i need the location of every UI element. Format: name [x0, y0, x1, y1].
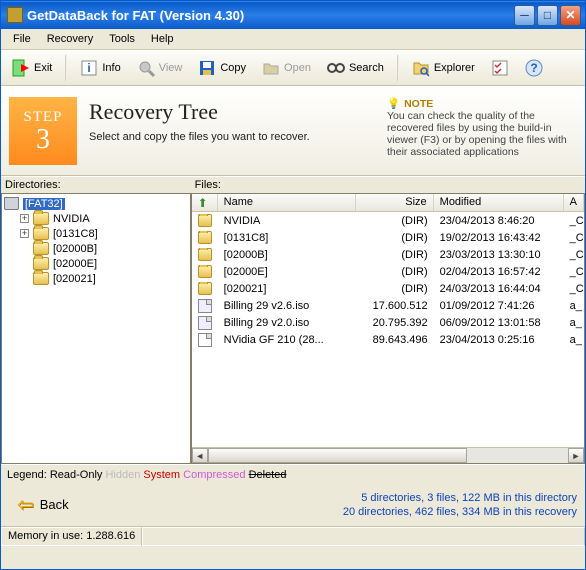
- expand-icon[interactable]: +: [20, 214, 29, 223]
- file-list[interactable]: NVIDIA(DIR)23/04/2013 8:46:20_C[0131C8](…: [192, 212, 584, 447]
- up-arrow-icon: ⬆: [198, 196, 208, 210]
- folder-icon: [198, 282, 212, 295]
- view-icon: [137, 59, 155, 77]
- folder-icon: [33, 212, 49, 225]
- folder-icon: [198, 214, 212, 227]
- folder-icon: [33, 272, 49, 285]
- scroll-thumb[interactable]: [208, 448, 467, 463]
- step-title: Recovery Tree: [89, 99, 375, 125]
- file-row[interactable]: [02000B](DIR)23/03/2013 13:30:10_C: [192, 246, 584, 263]
- files-label: Files:: [191, 177, 585, 193]
- menu-bar: File Recovery Tools Help: [1, 29, 585, 50]
- help-icon: ?: [525, 59, 543, 77]
- note-box: 💡NOTE You can check the quality of the r…: [387, 97, 577, 165]
- summary-text: 5 directories, 3 files, 122 MB in this d…: [343, 491, 577, 519]
- svg-text:i: i: [88, 61, 91, 75]
- minimize-button[interactable]: ─: [514, 5, 535, 26]
- file-row[interactable]: [0131C8](DIR)19/02/2013 16:43:42_C: [192, 229, 584, 246]
- drive-icon: [4, 197, 19, 210]
- step-box: STEP 3: [9, 97, 77, 165]
- folder-icon: [33, 227, 49, 240]
- file-row[interactable]: Billing 29 v2.0.iso20.795.39206/09/2012 …: [192, 314, 584, 331]
- maximize-button[interactable]: □: [537, 5, 558, 26]
- file-row[interactable]: NVIDIA(DIR)23/04/2013 8:46:20_C: [192, 212, 584, 229]
- menu-tools[interactable]: Tools: [101, 31, 143, 47]
- search-icon: [327, 59, 345, 77]
- step-panel: STEP 3 Recovery Tree Select and copy the…: [1, 86, 585, 176]
- search-button[interactable]: Search: [320, 55, 391, 81]
- back-button[interactable]: ⇦ Back: [9, 489, 77, 520]
- col-attr[interactable]: A: [564, 194, 584, 211]
- folder-open-icon: [262, 59, 280, 77]
- memory-status: Memory in use: 1.288.616: [1, 527, 142, 546]
- close-button[interactable]: ✕: [560, 5, 581, 26]
- options-button[interactable]: [484, 55, 516, 81]
- step-subtitle: Select and copy the files you want to re…: [89, 131, 375, 143]
- folder-icon: [198, 231, 212, 244]
- back-arrow-icon: ⇦: [17, 492, 34, 517]
- view-button[interactable]: View: [130, 55, 190, 81]
- tree-root[interactable]: [FAT32]: [4, 196, 188, 211]
- file-icon: [198, 333, 212, 347]
- folder-icon: [33, 257, 49, 270]
- save-icon: [198, 59, 216, 77]
- folder-icon: [198, 248, 212, 261]
- file-row[interactable]: [02000E](DIR)02/04/2013 16:57:42_C: [192, 263, 584, 280]
- col-name[interactable]: Name: [218, 194, 356, 211]
- exit-button[interactable]: Exit: [5, 55, 59, 81]
- folder-icon: [33, 242, 49, 255]
- up-button[interactable]: ⬆: [192, 194, 218, 211]
- tree-node[interactable]: +NVIDIA: [4, 211, 188, 226]
- col-modified[interactable]: Modified: [434, 194, 564, 211]
- title-bar: GetDataBack for FAT (Version 4.30) ─ □ ✕: [1, 1, 585, 29]
- iso-icon: [198, 299, 212, 313]
- app-icon: [7, 7, 23, 23]
- tree-node[interactable]: +[02000E]: [4, 256, 188, 271]
- tree-node[interactable]: +[0131C8]: [4, 226, 188, 241]
- explorer-icon: [412, 59, 430, 77]
- folder-icon: [198, 265, 212, 278]
- directories-label: Directories:: [1, 177, 191, 193]
- menu-recovery[interactable]: Recovery: [39, 31, 101, 47]
- expand-icon[interactable]: +: [20, 229, 29, 238]
- scroll-right-button[interactable]: ►: [568, 448, 584, 463]
- menu-file[interactable]: File: [5, 31, 39, 47]
- exit-icon: [12, 59, 30, 77]
- svg-text:?: ?: [530, 61, 537, 75]
- iso-icon: [198, 316, 212, 330]
- tree-node[interactable]: +[020021]: [4, 271, 188, 286]
- copy-button[interactable]: Copy: [191, 55, 253, 81]
- legend: Legend: Read-Only Hidden System Compress…: [1, 464, 585, 485]
- info-icon: i: [80, 59, 98, 77]
- file-list-header: ⬆ Name Size Modified A: [192, 194, 584, 212]
- scroll-left-button[interactable]: ◄: [192, 448, 208, 463]
- col-size[interactable]: Size: [356, 194, 434, 211]
- file-row[interactable]: [020021](DIR)24/03/2013 16:44:04_C: [192, 280, 584, 297]
- directory-tree[interactable]: [FAT32] +NVIDIA+[0131C8]+[02000B]+[02000…: [1, 193, 191, 464]
- toolbar: Exit i Info View Copy Open Search Explor…: [1, 50, 585, 86]
- help-button[interactable]: ?: [518, 55, 550, 81]
- open-button[interactable]: Open: [255, 55, 318, 81]
- status-bar: Memory in use: 1.288.616: [1, 526, 585, 546]
- horizontal-scrollbar[interactable]: ◄ ►: [192, 447, 584, 463]
- file-row[interactable]: NVidia GF 210 (28...89.643.49623/04/2013…: [192, 331, 584, 348]
- menu-help[interactable]: Help: [143, 31, 182, 47]
- tree-node[interactable]: +[02000B]: [4, 241, 188, 256]
- info-button[interactable]: i Info: [73, 55, 127, 81]
- lightbulb-icon: 💡: [387, 98, 400, 110]
- explorer-button[interactable]: Explorer: [405, 55, 482, 81]
- checklist-icon: [491, 59, 509, 77]
- window-title: GetDataBack for FAT (Version 4.30): [27, 8, 512, 23]
- file-row[interactable]: Billing 29 v2.6.iso17.600.51201/09/2012 …: [192, 297, 584, 314]
